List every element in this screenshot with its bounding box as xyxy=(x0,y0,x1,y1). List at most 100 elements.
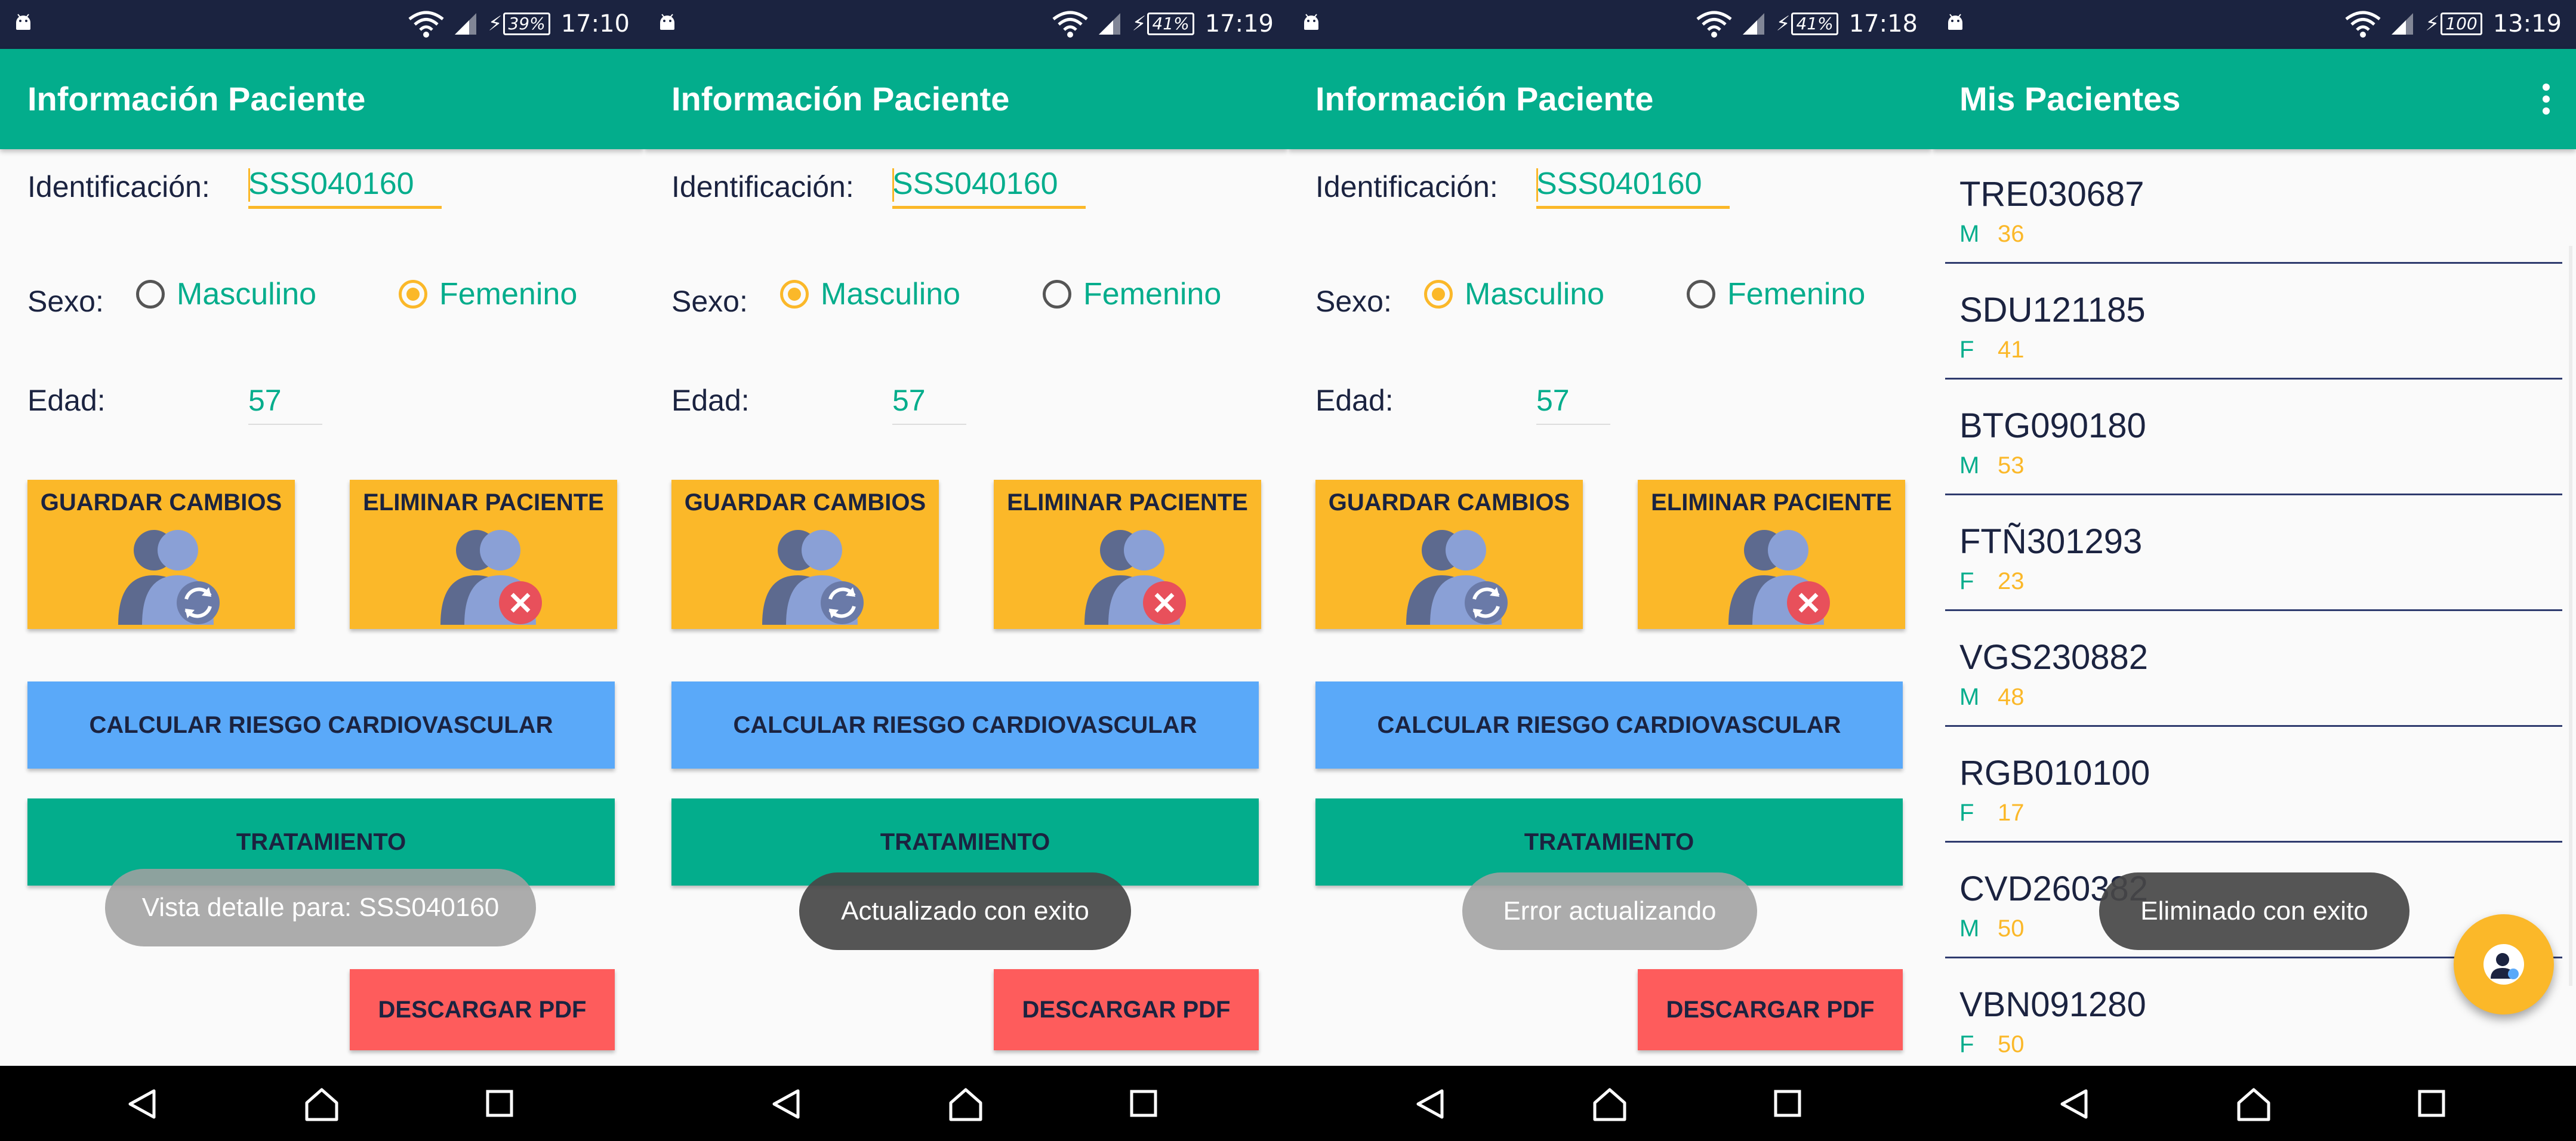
toast-message: Vista detalle para: SSS040160 xyxy=(105,869,536,946)
detail-screen-3: ⚡ 41% 17:18 Información Paciente Identif… xyxy=(1288,0,1932,1141)
id-field[interactable]: SSS040160 xyxy=(1536,161,1730,209)
list-item[interactable]: RGB010100 F 17 xyxy=(1945,728,2562,843)
delete-patient-button[interactable]: ELIMINAR PACIENTE xyxy=(994,480,1261,629)
radio-male[interactable]: Masculino xyxy=(780,276,960,313)
add-patient-button[interactable] xyxy=(2454,914,2554,1014)
patient-age: 23 xyxy=(1998,568,2025,594)
radio-button-selected[interactable] xyxy=(1424,280,1453,309)
id-label: Identificación: xyxy=(27,170,210,203)
radio-female[interactable]: Femenino xyxy=(1687,276,1865,313)
recents-icon[interactable] xyxy=(485,1088,514,1118)
list-item[interactable]: TRE030687 M 36 xyxy=(1945,149,2562,264)
page-title: Información Paciente xyxy=(1315,80,1654,118)
recents-icon[interactable] xyxy=(1773,1088,1802,1118)
patient-age: 50 xyxy=(1998,915,2025,942)
users-sync-icon xyxy=(1406,530,1508,625)
sex-label: Sexo: xyxy=(27,285,104,318)
download-pdf-button[interactable]: DESCARGAR PDF xyxy=(994,969,1259,1050)
clock: 17:18 xyxy=(1848,10,1918,38)
radio-label-female: Femenino xyxy=(1083,277,1222,312)
scrollbar[interactable] xyxy=(2569,246,2572,986)
age-label: Edad: xyxy=(671,384,750,417)
home-icon[interactable] xyxy=(2235,1086,2272,1123)
age-field[interactable]: 57 xyxy=(248,380,322,425)
app-bar: Información Paciente xyxy=(644,49,1288,149)
radio-female[interactable]: Femenino xyxy=(1043,276,1221,313)
calculate-risk-button[interactable]: CALCULAR RIESGO CARDIOVASCULAR xyxy=(1315,681,1903,769)
radio-male[interactable]: Masculino xyxy=(136,276,316,313)
save-changes-label: GUARDAR CAMBIOS xyxy=(684,489,926,516)
radio-button[interactable] xyxy=(1043,280,1071,309)
patient-age: 48 xyxy=(1998,684,2025,710)
save-changes-button[interactable]: GUARDAR CAMBIOS xyxy=(1315,480,1583,629)
navigation-bar xyxy=(644,1066,1288,1141)
save-changes-button[interactable]: GUARDAR CAMBIOS xyxy=(27,480,295,629)
home-icon[interactable] xyxy=(303,1086,340,1123)
back-icon[interactable] xyxy=(769,1087,802,1121)
overflow-menu-icon[interactable] xyxy=(2543,84,2550,115)
patient-id: SDU121185 xyxy=(1959,291,2146,329)
patient-sex: M xyxy=(1959,915,1980,942)
toast-message: Eliminado con exito xyxy=(2099,872,2409,950)
patient-sex: F xyxy=(1959,1031,1974,1057)
patient-age: 17 xyxy=(1998,800,2025,826)
users-sync-icon xyxy=(762,530,864,625)
patient-age: 41 xyxy=(1998,337,2025,363)
patient-id: RGB010100 xyxy=(1959,754,2150,792)
delete-patient-label: ELIMINAR PACIENTE xyxy=(363,489,604,516)
delete-patient-button[interactable]: ELIMINAR PACIENTE xyxy=(1638,480,1905,629)
download-pdf-button[interactable]: DESCARGAR PDF xyxy=(1638,969,1903,1050)
wifi-icon xyxy=(2345,11,2381,38)
download-pdf-button[interactable]: DESCARGAR PDF xyxy=(350,969,615,1050)
list-item[interactable]: BTG090180 M 53 xyxy=(1945,381,2562,495)
home-icon[interactable] xyxy=(1591,1086,1628,1123)
wifi-icon xyxy=(1052,11,1088,38)
radio-button-selected[interactable] xyxy=(780,280,809,309)
clock: 17:19 xyxy=(1204,10,1274,38)
wifi-icon xyxy=(1696,11,1732,38)
home-icon[interactable] xyxy=(947,1086,984,1123)
age-label: Edad: xyxy=(1315,384,1394,417)
recents-icon[interactable] xyxy=(1129,1088,1158,1118)
age-field[interactable]: 57 xyxy=(892,380,966,425)
id-label: Identificación: xyxy=(1315,170,1498,203)
users-delete-icon xyxy=(1084,530,1186,625)
radio-female[interactable]: Femenino xyxy=(399,276,577,313)
android-icon xyxy=(660,14,674,30)
radio-button[interactable] xyxy=(136,280,165,309)
page-title: Información Paciente xyxy=(671,80,1010,118)
users-sync-icon xyxy=(118,530,220,625)
back-icon[interactable] xyxy=(1413,1087,1446,1121)
recents-icon[interactable] xyxy=(2417,1088,2446,1118)
users-delete-icon xyxy=(440,530,542,625)
signal-icon xyxy=(454,13,476,35)
calculate-risk-button[interactable]: CALCULAR RIESGO CARDIOVASCULAR xyxy=(671,681,1259,769)
sex-label: Sexo: xyxy=(671,285,748,318)
radio-male[interactable]: Masculino xyxy=(1424,276,1604,313)
age-field[interactable]: 57 xyxy=(1536,380,1610,425)
id-field[interactable]: SSS040160 xyxy=(248,161,442,209)
delete-patient-button[interactable]: ELIMINAR PACIENTE xyxy=(350,480,617,629)
back-icon[interactable] xyxy=(125,1087,158,1121)
delete-patient-label: ELIMINAR PACIENTE xyxy=(1007,489,1248,516)
patient-id: VBN091280 xyxy=(1959,985,2146,1024)
list-item[interactable]: VGS230882 M 48 xyxy=(1945,612,2562,727)
list-item[interactable]: SDU121185 F 41 xyxy=(1945,265,2562,380)
calculate-risk-button[interactable]: CALCULAR RIESGO CARDIOVASCULAR xyxy=(27,681,615,769)
clock: 13:19 xyxy=(2492,10,2562,38)
patient-id: FTÑ301293 xyxy=(1959,522,2143,561)
navigation-bar xyxy=(1288,1066,1932,1141)
battery-icon: 39% xyxy=(503,13,550,35)
signal-icon xyxy=(1098,13,1120,35)
charging-icon: ⚡ xyxy=(1776,12,1791,36)
patient-sex: F xyxy=(1959,800,1974,826)
toast-message: Error actualizando xyxy=(1462,872,1757,950)
back-icon[interactable] xyxy=(2057,1087,2090,1121)
radio-button[interactable] xyxy=(1687,280,1715,309)
id-label: Identificación: xyxy=(671,170,854,203)
list-item[interactable]: FTÑ301293 F 23 xyxy=(1945,497,2562,611)
radio-label-female: Femenino xyxy=(439,277,578,312)
save-changes-button[interactable]: GUARDAR CAMBIOS xyxy=(671,480,939,629)
radio-button-selected[interactable] xyxy=(399,280,427,309)
id-field[interactable]: SSS040160 xyxy=(892,161,1086,209)
